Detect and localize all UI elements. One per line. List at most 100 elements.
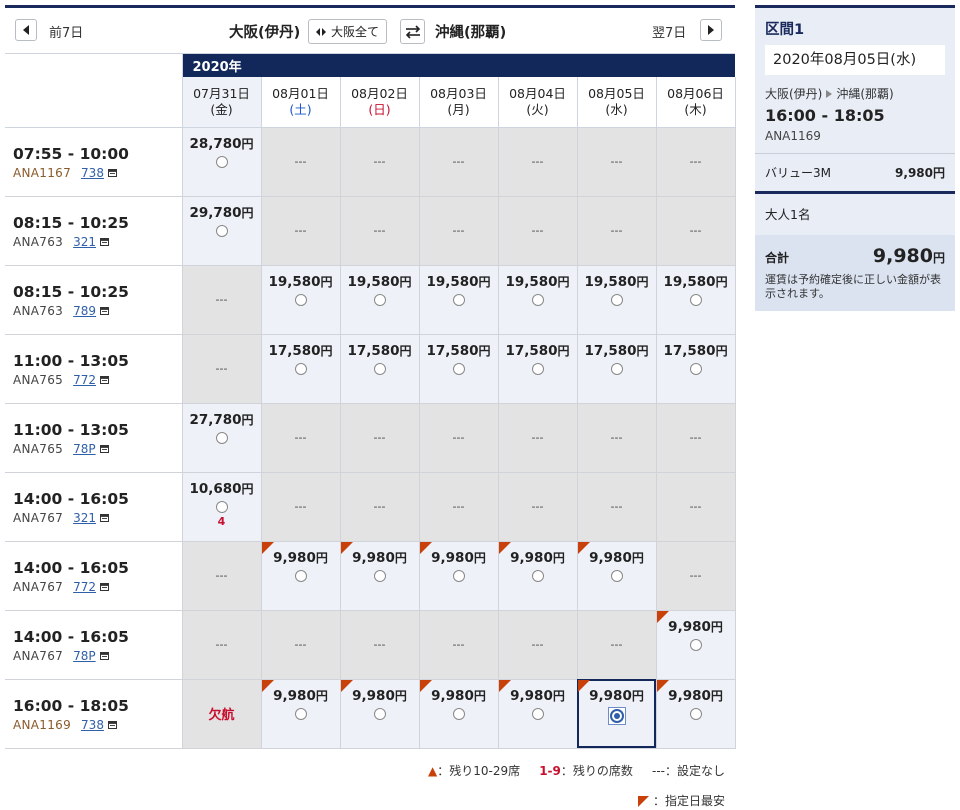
fare-cell[interactable]: 9,980円 bbox=[498, 679, 578, 749]
aircraft-link[interactable]: 772 bbox=[73, 580, 96, 594]
flight-meta: ANA763 789 bbox=[13, 304, 182, 318]
flight-row: 14:00 - 16:05 ANA767 321 10,680円 4 --- --- --- -… bbox=[5, 472, 736, 542]
fare-radio[interactable] bbox=[452, 707, 465, 720]
flight-info: 11:00 - 13:05 ANA765 772 bbox=[5, 334, 183, 404]
fare-radio[interactable] bbox=[609, 708, 624, 723]
prev-week-label[interactable]: 前7日 bbox=[49, 22, 83, 41]
fare-cell-unavailable: --- bbox=[340, 472, 420, 542]
fare-cell[interactable]: 17,580円 bbox=[340, 334, 420, 404]
not-set-mark: --- bbox=[689, 224, 702, 237]
fare-radio[interactable] bbox=[215, 500, 228, 513]
fare-cell[interactable]: 9,980円 bbox=[419, 679, 499, 749]
fare-cell-unavailable: --- bbox=[498, 127, 578, 197]
fare-cell[interactable]: 19,580円 bbox=[261, 265, 341, 335]
fare-cell[interactable]: 9,980円 bbox=[261, 541, 341, 611]
fare-radio[interactable] bbox=[215, 224, 228, 237]
fare-cell[interactable]: 9,980円 bbox=[498, 541, 578, 611]
fare-cell[interactable]: 19,580円 bbox=[419, 265, 499, 335]
fare-radio[interactable] bbox=[452, 569, 465, 582]
fare-radio[interactable] bbox=[294, 569, 307, 582]
date-header: 08月06日 (木) bbox=[656, 77, 736, 128]
fare-radio[interactable] bbox=[610, 569, 623, 582]
fare-radio[interactable] bbox=[531, 569, 544, 582]
fare-radio[interactable] bbox=[531, 707, 544, 720]
fare-radio[interactable] bbox=[294, 362, 307, 375]
fare-cell[interactable]: 17,580円 bbox=[419, 334, 499, 404]
fare-radio[interactable] bbox=[452, 362, 465, 375]
fare-radio[interactable] bbox=[373, 362, 386, 375]
not-set-mark: --- bbox=[373, 638, 386, 651]
aircraft-link[interactable]: 78P bbox=[73, 649, 96, 663]
fare-price-value: 19,580 bbox=[426, 273, 479, 290]
fare-radio[interactable] bbox=[452, 293, 465, 306]
fare-cell[interactable]: 9,980円 bbox=[340, 679, 420, 749]
fare-cell-unavailable: --- bbox=[577, 196, 657, 266]
fare-cell[interactable]: 9,980円 bbox=[656, 679, 736, 749]
fare-cell[interactable]: 19,580円 bbox=[340, 265, 420, 335]
fare-radio[interactable] bbox=[373, 293, 386, 306]
fare-radio[interactable] bbox=[294, 707, 307, 720]
fare-cell[interactable]: 19,580円 bbox=[498, 265, 578, 335]
aircraft-link[interactable]: 772 bbox=[73, 373, 96, 387]
flight-calendar: 前7日 大阪(伊丹) 大阪全て 沖縄(那覇) 翌7日 2020年 07月31日 … bbox=[5, 5, 736, 808]
fare-radio[interactable] bbox=[215, 155, 228, 168]
next-week-button[interactable] bbox=[700, 19, 722, 41]
fare-cell[interactable]: 9,980円 bbox=[577, 541, 657, 611]
flight-meta: ANA767 321 bbox=[13, 511, 182, 525]
fare-price-value: 27,780 bbox=[189, 411, 242, 428]
fare-radio[interactable] bbox=[294, 293, 307, 306]
next-week-label[interactable]: 翌7日 bbox=[652, 22, 686, 41]
fare-radio[interactable] bbox=[610, 293, 623, 306]
flight-number: ANA763 bbox=[13, 235, 64, 249]
fare-cell[interactable]: 29,780円 bbox=[182, 196, 262, 266]
fare-radio[interactable] bbox=[689, 707, 702, 720]
swap-route-button[interactable] bbox=[400, 19, 425, 44]
fare-price-unit: 円 bbox=[636, 343, 649, 358]
passenger-count: 大人1名 bbox=[755, 194, 955, 235]
all-osaka-airports-button[interactable]: 大阪全て bbox=[308, 19, 388, 44]
fare-cell[interactable]: 28,780円 bbox=[182, 127, 262, 197]
fare-cell[interactable]: 9,980円 bbox=[656, 610, 736, 680]
fare-cell[interactable]: 9,980円 bbox=[261, 679, 341, 749]
aircraft-link[interactable]: 321 bbox=[73, 511, 96, 525]
fare-price: 19,580円 bbox=[420, 273, 498, 290]
fare-cell[interactable]: 17,580円 bbox=[261, 334, 341, 404]
flight-row: 08:15 - 10:25 ANA763 321 29,780円 --- --- --- --… bbox=[5, 196, 736, 266]
aircraft-link[interactable]: 321 bbox=[73, 235, 96, 249]
date-label: 08月05日 bbox=[588, 85, 645, 101]
aircraft-link[interactable]: 738 bbox=[81, 166, 104, 180]
fare-radio[interactable] bbox=[531, 362, 544, 375]
fare-cell[interactable]: 17,580円 bbox=[498, 334, 578, 404]
aircraft-link[interactable]: 78P bbox=[73, 442, 96, 456]
fare-cell[interactable]: 17,580円 bbox=[577, 334, 657, 404]
fare-radio[interactable] bbox=[610, 362, 623, 375]
swap-arrows-icon bbox=[405, 24, 420, 39]
fare-cell[interactable]: 19,580円 bbox=[577, 265, 657, 335]
flight-time: 16:00 - 18:05 bbox=[13, 697, 129, 715]
not-set-mark: --- bbox=[294, 500, 307, 513]
fare-price-value: 9,980 bbox=[510, 549, 553, 566]
fare-radio[interactable] bbox=[373, 707, 386, 720]
fare-cell[interactable]: 10,680円 4 bbox=[182, 472, 262, 542]
aircraft-link[interactable]: 789 bbox=[73, 304, 96, 318]
fare-cell[interactable]: 9,980円 bbox=[340, 541, 420, 611]
prev-week-button[interactable] bbox=[15, 19, 37, 41]
fare-radio-focus bbox=[607, 706, 626, 725]
fare-cell-selected[interactable]: 9,980円 bbox=[577, 679, 657, 749]
fare-cell[interactable]: 9,980円 bbox=[419, 541, 499, 611]
fare-radio[interactable] bbox=[689, 362, 702, 375]
fare-radio[interactable] bbox=[531, 293, 544, 306]
fare-price: 17,580円 bbox=[657, 342, 735, 359]
fare-radio[interactable] bbox=[215, 431, 228, 444]
fare-cell[interactable]: 27,780円 bbox=[182, 403, 262, 473]
fare-price-unit: 円 bbox=[557, 274, 570, 289]
fare-cell-unavailable: --- bbox=[656, 127, 736, 197]
fare-cell[interactable]: 19,580円 bbox=[656, 265, 736, 335]
fare-radio[interactable] bbox=[689, 293, 702, 306]
fare-radio[interactable] bbox=[373, 569, 386, 582]
fare-cell-cancelled: 欠航 bbox=[182, 679, 262, 749]
fare-cell[interactable]: 17,580円 bbox=[656, 334, 736, 404]
cheapest-flag-icon bbox=[340, 679, 353, 692]
aircraft-link[interactable]: 738 bbox=[81, 718, 104, 732]
fare-radio[interactable] bbox=[689, 638, 702, 651]
